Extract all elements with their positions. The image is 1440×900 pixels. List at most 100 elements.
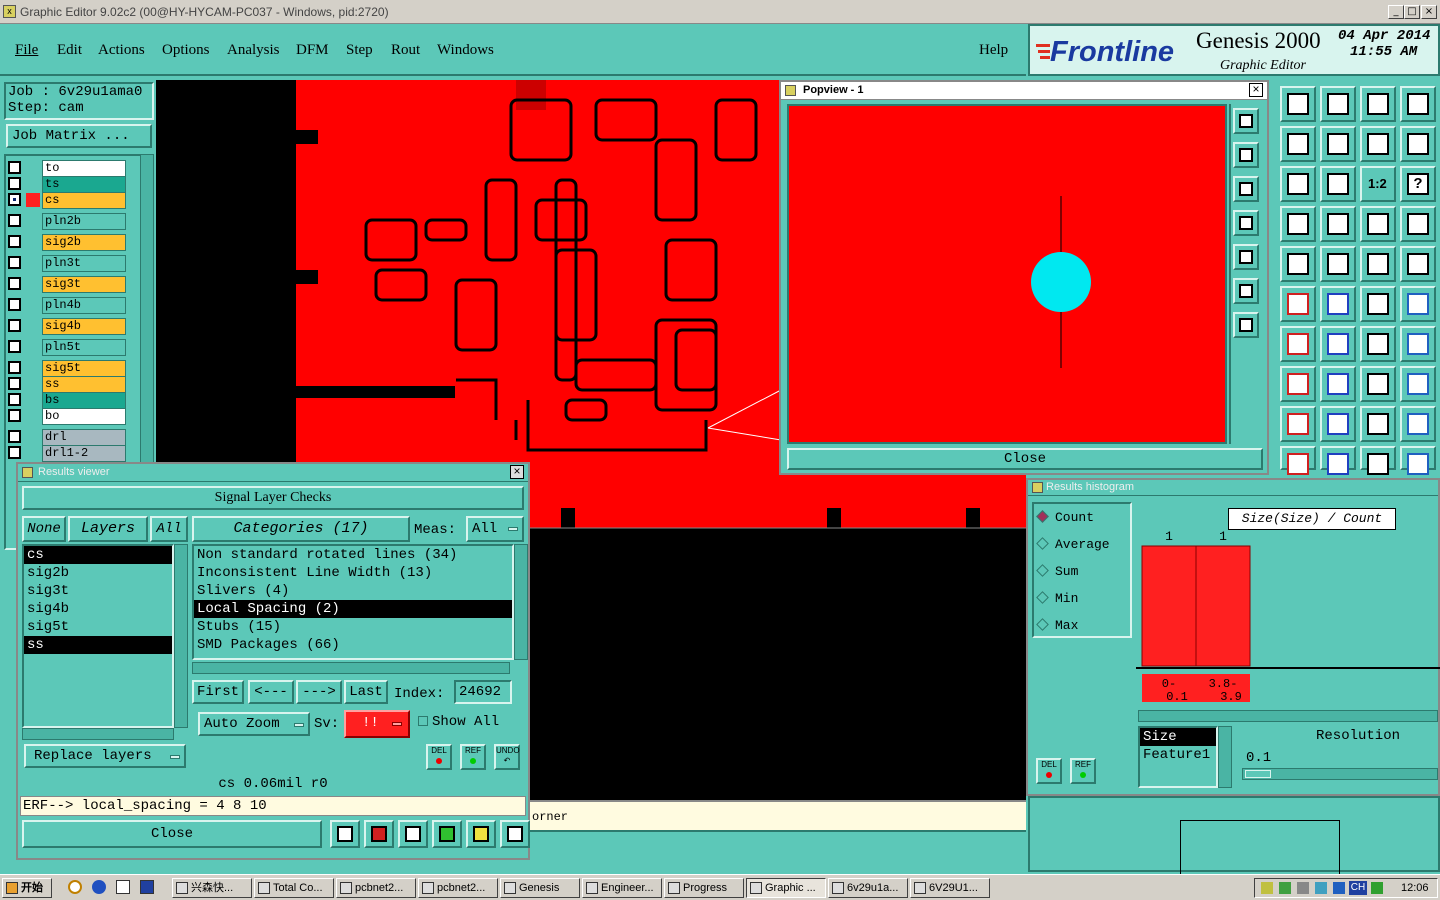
layer-row-cs[interactable]: cs — [8, 192, 126, 209]
resolution-slider-thumb[interactable] — [1245, 770, 1271, 778]
edit-icon[interactable] — [116, 880, 130, 894]
globe-icon[interactable] — [92, 880, 106, 894]
category-list[interactable]: Non standard rotated lines (34) Inconsist… — [192, 544, 514, 660]
tray-icon-1[interactable] — [1261, 882, 1273, 894]
menu-rout[interactable]: Rout — [391, 42, 420, 59]
last-button[interactable]: Last — [344, 680, 388, 704]
angle-icon[interactable] — [1280, 326, 1316, 362]
category-item[interactable]: SMD Packages (66) — [194, 636, 512, 654]
layer-checkbox[interactable] — [8, 193, 21, 206]
pointer-icon[interactable] — [1280, 446, 1316, 475]
layer-checkbox[interactable] — [8, 361, 21, 374]
taskbar-task[interactable]: pcbnet2... — [418, 878, 498, 898]
index-input[interactable]: 24692 — [454, 680, 512, 704]
histogram-mode-max[interactable]: Max — [1036, 618, 1078, 633]
layer-row-bo[interactable]: bo — [8, 408, 126, 425]
tray-icon-4[interactable] — [1315, 882, 1327, 894]
window-split-icon[interactable] — [1400, 86, 1436, 122]
popview-tool-icon-4[interactable] — [1233, 210, 1259, 236]
triangle2-icon[interactable] — [1320, 406, 1356, 442]
layer-row-ss[interactable]: ss — [8, 376, 126, 393]
menu-step[interactable]: Step — [346, 42, 373, 59]
category-item[interactable]: Local Spacing (2) — [194, 600, 512, 618]
display-tool-icon[interactable] — [364, 820, 394, 848]
menu-help[interactable]: Help — [979, 42, 1008, 59]
start-button[interactable]: 开始 — [2, 878, 52, 898]
triangle-icon[interactable] — [1280, 406, 1316, 442]
dot-icon[interactable] — [1400, 246, 1436, 282]
minus-icon[interactable] — [1320, 366, 1356, 402]
histogram-field-item[interactable]: Feature1 — [1140, 746, 1216, 764]
rotate-icon[interactable] — [1360, 326, 1396, 362]
swap-icon[interactable] — [1360, 126, 1396, 162]
popview-close-icon[interactable]: × — [1249, 83, 1263, 97]
result-layer-item[interactable]: sig3t — [24, 582, 172, 600]
tray-icon-6[interactable] — [1371, 882, 1383, 894]
minimize-button[interactable]: _ — [1388, 5, 1404, 19]
histogram-mode-min[interactable]: Min — [1036, 591, 1078, 606]
result-layer-item[interactable]: sig5t — [24, 618, 172, 636]
category-hscroll[interactable] — [192, 662, 510, 674]
histogram-hscroll[interactable] — [1138, 710, 1438, 722]
taskbar-task[interactable]: 6V29U1... — [910, 878, 990, 898]
center-icon[interactable] — [1320, 166, 1356, 202]
histogram-field-scrollbar[interactable] — [1218, 726, 1232, 788]
resolution-slider[interactable] — [1242, 768, 1438, 780]
tray-icon-3[interactable] — [1297, 882, 1309, 894]
one-two-icon[interactable]: 1:2 — [1360, 166, 1396, 202]
move-right-icon[interactable] — [1320, 126, 1356, 162]
home-icon[interactable] — [1280, 86, 1316, 122]
category-item[interactable]: Non standard rotated lines (34) — [194, 546, 512, 564]
shape-icon[interactable] — [1400, 366, 1436, 402]
layer-checkbox[interactable] — [8, 446, 21, 459]
tray-icon-5[interactable] — [1333, 882, 1345, 894]
histogram-field-list[interactable]: Size Feature1 — [1138, 726, 1218, 788]
taskbar-task[interactable]: Total Co... — [254, 878, 334, 898]
category-item[interactable]: Inconsistent Line Width (13) — [194, 564, 512, 582]
save-icon[interactable] — [140, 880, 154, 894]
all-layers-button[interactable]: All — [150, 516, 188, 542]
taskbar-task[interactable]: Graphic ... — [746, 878, 826, 898]
prev-button[interactable]: <--- — [248, 680, 294, 704]
auto-zoom-dropdown[interactable]: Auto Zoom — [198, 712, 310, 736]
triangle4-icon[interactable] — [1400, 406, 1436, 442]
ref-button[interactable]: REF — [460, 744, 486, 770]
menu-edit[interactable]: Edit — [57, 42, 82, 59]
replace-layers-dropdown[interactable]: Replace layers — [24, 744, 186, 768]
layer-checkbox[interactable] — [8, 430, 21, 443]
histogram-del-button[interactable]: DEL — [1036, 758, 1062, 784]
layer-checkbox[interactable] — [8, 177, 21, 190]
menu-actions[interactable]: Actions — [98, 42, 145, 59]
layer-checkbox[interactable] — [8, 340, 21, 353]
layer-checkbox[interactable] — [8, 235, 21, 248]
menu-analysis[interactable]: Analysis — [227, 42, 280, 59]
layer-results-list[interactable]: cs sig2b sig3t sig4b sig5t ss — [22, 544, 174, 728]
popview-tool-icon-6[interactable] — [1233, 278, 1259, 304]
popview-tool-icon-1[interactable] — [1233, 108, 1259, 134]
layer-row-to[interactable]: to — [8, 160, 126, 177]
histogram-mode-average[interactable]: Average — [1036, 537, 1110, 552]
first-button[interactable]: First — [192, 680, 244, 704]
histogram-field-item[interactable]: Size — [1140, 728, 1216, 746]
snap-icon[interactable] — [1280, 206, 1316, 242]
layer-view-tool-icon[interactable] — [330, 820, 360, 848]
popview-close-button[interactable]: Close — [787, 448, 1263, 470]
popview-tool-icon-3[interactable] — [1233, 176, 1259, 202]
split-icon[interactable] — [1280, 366, 1316, 402]
category-item[interactable]: Slivers (4) — [194, 582, 512, 600]
move-left-icon[interactable] — [1280, 126, 1316, 162]
pointer3-icon[interactable] — [1360, 446, 1396, 475]
tray-icon-2[interactable] — [1279, 882, 1291, 894]
popview-view[interactable] — [787, 104, 1227, 444]
layer-checkbox[interactable] — [8, 214, 21, 227]
menu-options[interactable]: Options — [162, 42, 210, 59]
result-layer-item[interactable]: sig4b — [24, 600, 172, 618]
layer-checkbox[interactable] — [8, 277, 21, 290]
job-matrix-button[interactable]: Job Matrix ... — [6, 124, 152, 148]
layer-row-pln4b[interactable]: pln4b — [8, 297, 126, 314]
histogram-mode-sum[interactable]: Sum — [1036, 564, 1078, 579]
popview-tool-icon-7[interactable] — [1233, 312, 1259, 338]
histogram-bar[interactable] — [1195, 545, 1251, 667]
layer-row-pln3t[interactable]: pln3t — [8, 255, 126, 272]
ruler-icon[interactable] — [1360, 246, 1396, 282]
